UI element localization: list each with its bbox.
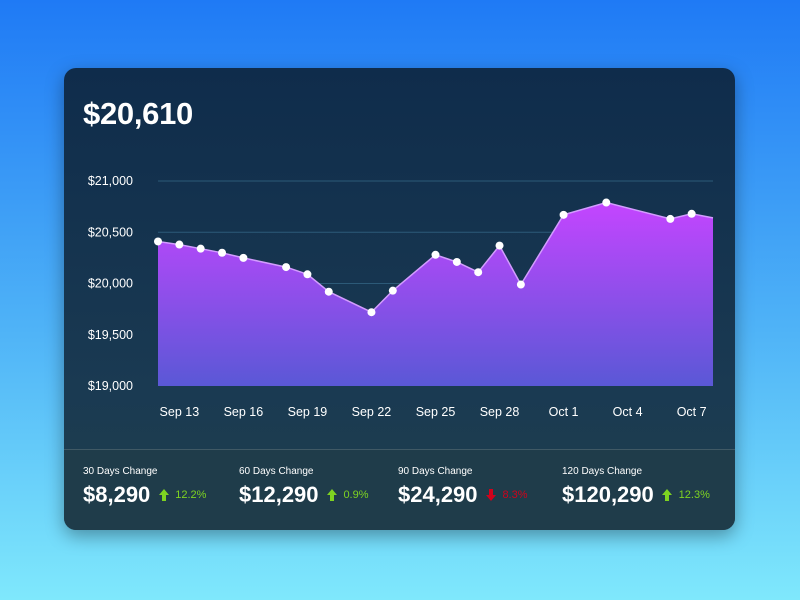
x-tick-label: Oct 7: [677, 405, 707, 419]
data-point: [666, 214, 675, 223]
stat-change: 12.3%: [678, 489, 710, 501]
x-tick-label: Oct 1: [549, 405, 579, 419]
arrow-up-icon: [326, 489, 337, 501]
series-area: [158, 202, 713, 386]
x-tick-label: Sep 22: [352, 405, 392, 419]
stat-90-days: 90 Days Change $24,290 8.3%: [398, 466, 528, 508]
y-tick-label: $20,500: [88, 225, 133, 239]
stat-change: 0.9%: [343, 489, 369, 501]
data-point: [239, 253, 248, 262]
stat-120-days: 120 Days Change $120,290 12.3%: [562, 466, 710, 508]
x-tick-label: Sep 16: [224, 405, 264, 419]
y-tick-label: $21,000: [88, 174, 133, 188]
data-point: [367, 308, 376, 317]
stat-label: 30 Days Change: [83, 466, 158, 477]
data-point: [154, 237, 162, 246]
stat-change: 12.2%: [175, 489, 207, 501]
arrow-up-icon: [158, 489, 169, 501]
data-point: [282, 263, 291, 272]
stat-label: 60 Days Change: [239, 466, 314, 477]
change-summary: 30 Days Change $8,290 12.2% 60 Days Chan…: [64, 449, 735, 530]
data-point: [431, 250, 440, 259]
arrow-up-icon: [662, 489, 673, 501]
data-point: [495, 241, 504, 250]
portfolio-card: $20,610 $19,000 $19,500 $20,000 $20,500 $21,…: [64, 68, 735, 530]
x-tick-label: Sep 19: [288, 405, 328, 419]
data-point: [218, 248, 227, 257]
x-tick-label: Sep 28: [480, 405, 520, 419]
data-point: [452, 257, 461, 266]
stat-30-days: 30 Days Change $8,290 12.2%: [83, 466, 206, 508]
y-tick-label: $19,000: [88, 379, 133, 393]
data-point: [474, 268, 483, 277]
data-point: [687, 209, 696, 218]
data-point: [175, 240, 184, 249]
stat-value: $120,290: [562, 482, 654, 507]
x-tick-label: Sep 13: [160, 405, 200, 419]
stat-60-days: 60 Days Change $12,290 0.9%: [239, 466, 369, 508]
y-tick-label: $20,000: [88, 277, 133, 291]
data-point: [196, 244, 205, 253]
stat-value: $12,290: [239, 482, 319, 507]
x-tick-label: Oct 4: [613, 405, 643, 419]
y-tick-label: $19,500: [88, 328, 133, 342]
data-point: [516, 280, 525, 289]
data-point: [388, 286, 397, 295]
data-point: [303, 270, 312, 279]
data-point: [602, 198, 611, 207]
arrow-down-icon: [485, 489, 496, 501]
stat-value: $8,290: [83, 482, 151, 507]
stat-label: 90 Days Change: [398, 466, 473, 477]
x-tick-label: Sep 25: [416, 405, 456, 419]
stat-value: $24,290: [398, 482, 478, 507]
data-point: [324, 287, 333, 296]
data-point: [559, 210, 568, 219]
area-chart: $19,000 $19,500 $20,000 $20,500 $21,000 Sep …: [88, 174, 714, 419]
stat-label: 120 Days Change: [562, 466, 643, 477]
stat-change: 8.3%: [502, 489, 528, 501]
